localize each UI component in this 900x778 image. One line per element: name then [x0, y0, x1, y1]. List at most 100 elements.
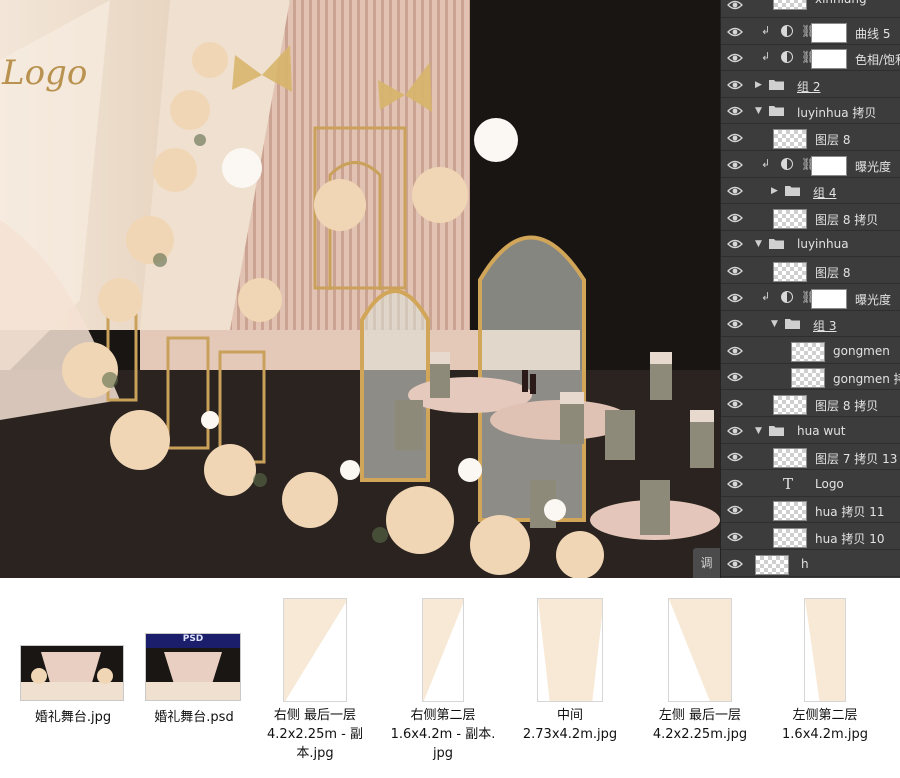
visibility-eye-icon[interactable] [727, 396, 743, 412]
file-name: 左侧第二层 1.6x4.2m.jpg [760, 706, 890, 744]
layer-thumbnail[interactable] [773, 208, 807, 229]
layer-row[interactable]: 图层 8 [721, 258, 900, 284]
canvas-image[interactable]: Logo [0, 0, 720, 578]
file-name-line: 1.6x4.2m - 副本. [390, 727, 496, 742]
wedding-stage-render: Logo [0, 0, 720, 578]
file-item[interactable]: 右侧 最后一层 4.2x2.25m - 副本.jpg [250, 578, 380, 778]
layer-row[interactable]: hua 拷贝 10 [721, 524, 900, 550]
layer-row[interactable]: ↲⛓色相/饱和度 [721, 45, 900, 72]
visibility-eye-icon[interactable] [727, 103, 743, 119]
layer-row[interactable]: 图层 8 [721, 125, 900, 151]
visibility-eye-icon[interactable] [727, 50, 743, 66]
layer-row[interactable]: T Logo [721, 471, 900, 497]
file-item[interactable]: PSD 婚礼舞台.psd [136, 578, 252, 778]
visibility-eye-icon[interactable] [727, 476, 743, 492]
layer-name: 曝光度 [855, 159, 892, 174]
collapse-arrow-icon[interactable]: ▼ [755, 106, 765, 116]
file-name-line: 左侧第二层 [792, 708, 858, 723]
adjustment-layer-icon [781, 24, 793, 37]
folder-icon [785, 318, 800, 330]
folder-icon [769, 238, 784, 250]
layer-row[interactable]: gongmen [721, 338, 900, 364]
expand-arrow-icon[interactable]: ▶ [755, 80, 765, 90]
layer-row[interactable]: gongmen 拷贝 [721, 364, 900, 391]
collapse-arrow-icon[interactable]: ▼ [755, 239, 765, 249]
visibility-eye-icon[interactable] [727, 290, 743, 306]
layer-row[interactable]: ▼ hua wut [721, 418, 900, 444]
visibility-eye-icon[interactable] [727, 183, 743, 199]
layer-name: luyinhua [797, 237, 849, 252]
layer-row[interactable]: ▶ 组 2 [721, 72, 900, 98]
layer-row[interactable]: xinniang [721, 0, 900, 18]
layer-thumbnail[interactable] [791, 368, 825, 389]
visibility-eye-icon[interactable] [727, 157, 743, 173]
layers-panel[interactable]: xinniang ↲⛓曲线 5↲⛓色相/饱和度 ▶ 组 2 ▼ luyinhua 拷贝图层… [720, 0, 900, 578]
layer-mask-thumbnail[interactable] [811, 155, 847, 176]
layer-row[interactable]: hua 拷贝 11 [721, 497, 900, 524]
expand-arrow-icon[interactable]: ▶ [771, 186, 781, 196]
visibility-eye-icon[interactable] [727, 502, 743, 518]
layer-name: 图层 8 拷贝 [815, 399, 879, 413]
layer-row[interactable]: 图层 7 拷贝 13 [721, 444, 900, 471]
collapse-arrow-icon[interactable]: ▼ [771, 319, 781, 329]
visibility-eye-icon[interactable] [727, 77, 743, 93]
visibility-eye-icon[interactable] [727, 556, 743, 572]
layer-name: xinniang [815, 0, 867, 6]
file-name-line: 婚礼舞台.psd [154, 710, 234, 725]
visibility-eye-icon[interactable] [727, 449, 743, 465]
psd-file-icon: PSD [145, 633, 241, 701]
file-item[interactable]: 左侧第二层 1.6x4.2m.jpg [760, 578, 890, 778]
visibility-eye-icon[interactable] [727, 130, 743, 146]
folder-icon [785, 185, 800, 197]
layer-row[interactable]: ↲ ⛓ 曲线 5 [721, 19, 900, 45]
layer-mask-thumbnail[interactable] [811, 49, 847, 70]
layer-mask-thumbnail[interactable] [811, 288, 847, 309]
layer-thumbnail[interactable] [773, 528, 807, 548]
visibility-eye-icon[interactable] [727, 423, 743, 439]
file-item[interactable]: 右侧第二层 1.6x4.2m - 副本. jpg [378, 578, 508, 778]
layer-name: 曝光度 [855, 292, 892, 307]
visibility-eye-icon[interactable] [727, 529, 743, 545]
file-item[interactable]: 婚礼舞台.jpg [8, 578, 138, 778]
visibility-eye-icon[interactable] [727, 316, 743, 332]
visibility-eye-icon[interactable] [727, 263, 743, 279]
file-browser: 婚礼舞台.jpg PSD 婚礼舞台.psd 右侧 最后一层 4.2x2.25m - 副本… [0, 578, 900, 778]
collapse-arrow-icon[interactable]: ▼ [755, 426, 765, 436]
layer-row[interactable]: 图层 8 拷贝 [721, 391, 900, 417]
adjustments-tab[interactable]: 调 [693, 548, 720, 578]
layer-row[interactable]: ▼ 组 3 [721, 311, 900, 338]
layer-name: Logo [815, 476, 844, 491]
visibility-eye-icon[interactable] [727, 236, 743, 252]
file-item[interactable]: 左侧 最后一层 4.2x2.25m.jpg [635, 578, 765, 778]
clipping-arrow-icon: ↲ [761, 289, 771, 303]
clipping-arrow-icon: ↲ [761, 23, 771, 37]
layer-row[interactable]: 图层 8 拷贝 [721, 205, 900, 231]
layer-row[interactable]: ▼ luyinhua [721, 231, 900, 258]
layer-row[interactable]: ↲ ⛓ 曝光度 [721, 285, 900, 311]
layer-thumbnail[interactable] [791, 341, 825, 362]
file-name: 婚礼舞台.psd [136, 708, 252, 727]
layer-row[interactable]: ↲ ⛓ 曝光度 [721, 152, 900, 178]
layer-name: 图层 8 拷贝 [815, 212, 879, 227]
visibility-eye-icon[interactable] [727, 369, 743, 385]
layer-row[interactable]: h [721, 551, 900, 577]
visibility-eye-icon[interactable] [727, 0, 743, 13]
layer-thumbnail[interactable] [773, 0, 807, 10]
layer-row[interactable]: ▼ luyinhua 拷贝 [721, 98, 900, 125]
layer-mask-thumbnail[interactable] [811, 22, 847, 43]
layer-name: 图层 7 拷贝 13 [815, 452, 898, 467]
file-name-line: 中间 [556, 708, 583, 723]
layer-thumbnail[interactable] [773, 262, 807, 282]
layer-name: hua 拷贝 10 [815, 532, 885, 546]
layer-thumbnail[interactable] [773, 448, 807, 469]
layer-name: h [801, 556, 809, 571]
visibility-eye-icon[interactable] [727, 24, 743, 40]
layer-thumbnail[interactable] [773, 395, 807, 415]
visibility-eye-icon[interactable] [727, 210, 743, 226]
layer-thumbnail[interactable] [773, 501, 807, 522]
file-item[interactable]: 中间 2.73x4.2m.jpg [505, 578, 635, 778]
layer-row[interactable]: ▶ 组 4 [721, 178, 900, 205]
layer-thumbnail[interactable] [755, 554, 789, 575]
visibility-eye-icon[interactable] [727, 343, 743, 359]
layer-thumbnail[interactable] [773, 129, 807, 149]
